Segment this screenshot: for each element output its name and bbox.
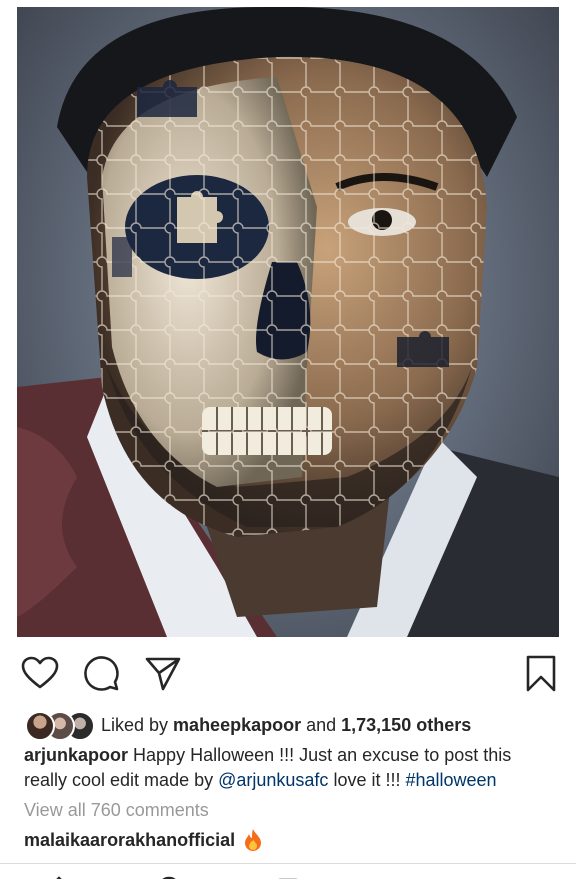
comment-username-link[interactable]: malaikaarorakhanofficial	[24, 830, 235, 851]
liked-by-prefix: Liked by	[101, 714, 174, 735]
search-icon[interactable]	[152, 874, 186, 879]
paper-plane-icon	[145, 657, 181, 691]
post-image[interactable]	[17, 7, 559, 637]
comment-row: malaikaarorakhanofficial	[24, 828, 263, 852]
activity-heart-icon[interactable]	[390, 874, 424, 879]
liker-avatars	[25, 711, 95, 741]
profile-icon[interactable]	[500, 874, 534, 879]
avatar	[25, 711, 55, 741]
bookmark-icon	[526, 655, 556, 692]
save-button[interactable]	[521, 654, 561, 694]
caption-text: love it !!!	[328, 770, 406, 790]
liked-by-and: and	[301, 714, 342, 735]
post-caption: arjunkapoor Happy Halloween !!! Just an …	[24, 743, 554, 793]
heart-icon	[21, 656, 59, 689]
comment-bubble-icon	[84, 656, 119, 691]
caption-hashtag-link[interactable]: #halloween	[405, 770, 496, 790]
comment-button[interactable]	[82, 654, 122, 694]
like-button[interactable]	[20, 654, 60, 694]
post-actions-bar	[0, 654, 576, 696]
fire-icon	[243, 828, 263, 852]
home-icon[interactable]	[42, 874, 76, 879]
add-post-icon[interactable]	[271, 874, 305, 879]
likes-count-link[interactable]: 1,73,150 others	[341, 715, 471, 736]
view-all-comments-link[interactable]: View all 760 comments	[24, 800, 209, 821]
likes-summary[interactable]: Liked by maheepkapoor and 1,73,150 other…	[25, 710, 471, 741]
bottom-tab-bar	[0, 864, 576, 879]
share-button[interactable]	[143, 654, 183, 694]
caption-mention-link[interactable]: @arjunkusafc	[218, 770, 328, 790]
liked-by-user-link[interactable]: maheepkapoor	[173, 715, 301, 736]
caption-username-link[interactable]: arjunkapoor	[24, 745, 128, 765]
skull-puzzle-portrait-illustration	[17, 7, 559, 637]
